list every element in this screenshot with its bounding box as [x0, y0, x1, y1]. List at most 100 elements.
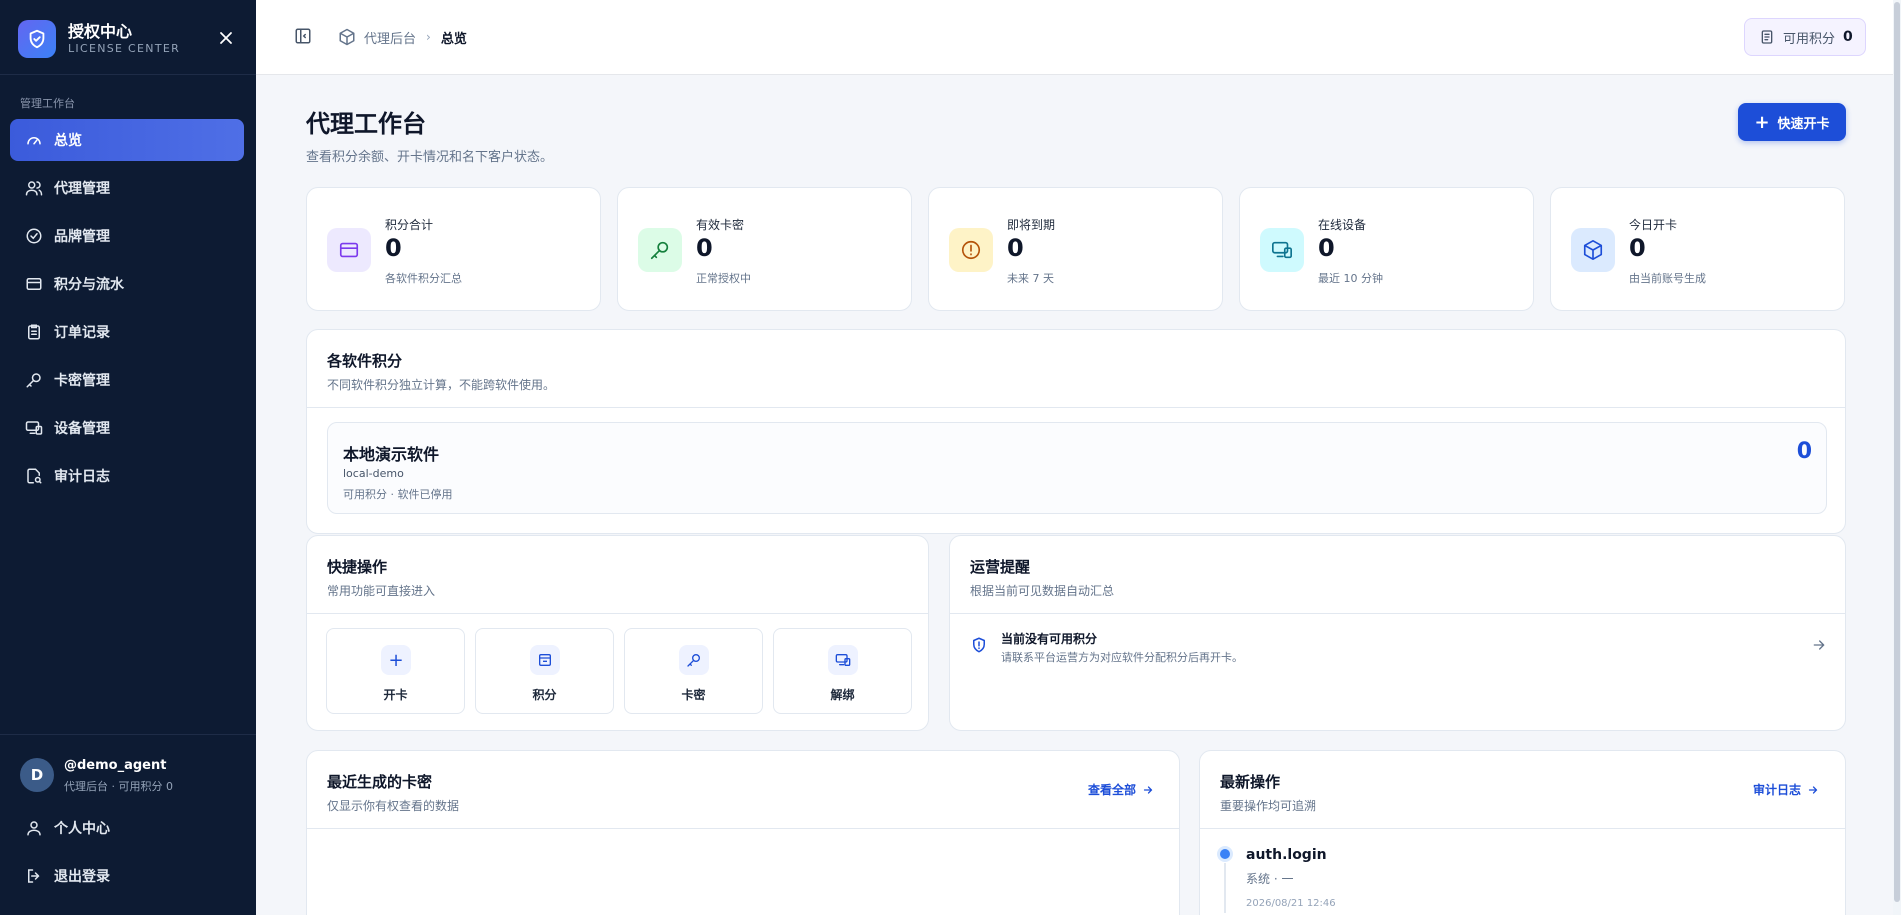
breadcrumb-parent[interactable]: 代理后台: [364, 28, 416, 47]
notice-description: 请联系平台运营方为对应软件分配积分后再开卡。: [1001, 651, 1243, 664]
sidebar-item-devices[interactable]: 设备管理: [10, 407, 244, 449]
key-icon: [679, 645, 709, 675]
points-value: 0: [1843, 29, 1853, 45]
section-divider: [950, 613, 1845, 614]
view-all-label: 查看全部: [1088, 783, 1137, 797]
breadcrumb-current: 总览: [440, 31, 467, 47]
quick-action-label: 解绑: [830, 688, 855, 702]
stat-hint: 未来 7 天: [1007, 272, 1054, 285]
section-subtitle: 常用功能可直接进入: [327, 584, 436, 598]
plus-icon: +: [1754, 111, 1770, 133]
stat-value: 0: [1629, 234, 1646, 262]
stat-card-online-devices: 在线设备 0 最近 10 分钟: [1239, 187, 1534, 311]
section-subtitle: 重要操作均可追溯: [1220, 799, 1317, 813]
stat-value: 0: [1318, 234, 1335, 262]
quick-open-label: 快速开卡: [1777, 116, 1830, 132]
sidebar-item-points[interactable]: 积分与流水: [10, 263, 244, 305]
arrow-right-icon[interactable]: [1811, 637, 1827, 653]
check-circle-icon: [24, 226, 44, 246]
topbar: 代理后台 › 总览 可用积分 0: [256, 0, 1901, 75]
quick-actions-section: 快捷操作 常用功能可直接进入 + 开卡 积分 卡密 解绑: [306, 535, 929, 731]
box-icon: [339, 28, 355, 46]
sidebar: 授权中心 LICENSE CENTER 管理工作台 总览 代理管理 品牌管理 积…: [0, 0, 256, 915]
audit-log-label: 审计日志: [1753, 783, 1802, 797]
sidebar-item-agents[interactable]: 代理管理: [10, 167, 244, 209]
section-divider: [307, 407, 1845, 408]
view-all-link[interactable]: 查看全部: [1088, 781, 1154, 798]
arrow-right-icon: [1143, 785, 1153, 794]
sidebar-item-overview[interactable]: 总览: [10, 119, 244, 161]
software-points-item[interactable]: 本地演示软件 local-demo 可用积分 · 软件已停用 0: [327, 422, 1827, 514]
logout-label: 退出登录: [54, 869, 110, 885]
quick-open-card-button[interactable]: + 快速开卡: [1738, 103, 1846, 141]
timeline-dot: [1220, 849, 1230, 859]
sidebar-item-brands[interactable]: 品牌管理: [10, 215, 244, 257]
sidebar-item-label: 品牌管理: [54, 229, 110, 245]
profile-link[interactable]: 个人中心: [10, 808, 244, 848]
section-subtitle: 不同软件积分独立计算，不能跨软件使用。: [327, 378, 556, 392]
software-key: local-demo: [343, 467, 404, 480]
key-icon: [24, 370, 44, 390]
log-meta: 系统 · 一: [1246, 872, 1294, 886]
sidebar-nav: 总览 代理管理 品牌管理 积分与流水 订单记录 卡密管理 设备管理 审计日志: [10, 119, 244, 503]
brand: 授权中心 LICENSE CENTER: [18, 18, 238, 58]
quick-action-label: 积分: [532, 688, 557, 702]
breadcrumb: 代理后台 › 总览: [338, 27, 467, 47]
points-label: 可用积分: [1783, 31, 1836, 47]
software-meta: 可用积分 · 软件已停用: [343, 488, 453, 501]
gauge-icon: [24, 130, 44, 150]
shield-alert-icon: [973, 637, 985, 653]
page-title: 代理工作台: [306, 110, 426, 138]
sidebar-item-keys[interactable]: 卡密管理: [10, 359, 244, 401]
devices-icon: [24, 418, 44, 438]
logout-icon: [24, 866, 44, 886]
page-scrollbar[interactable]: [1893, 0, 1901, 915]
section-subtitle: 仅显示你有权查看的数据: [327, 799, 460, 813]
sidebar-item-audit[interactable]: 审计日志: [10, 455, 244, 497]
logout-button[interactable]: 退出登录: [10, 856, 244, 896]
stat-value: 0: [385, 234, 402, 262]
audit-log-link[interactable]: 审计日志: [1753, 781, 1819, 798]
shield-logo-icon: [18, 20, 56, 58]
quick-action-keys[interactable]: 卡密: [624, 628, 763, 714]
stat-hint: 正常授权中: [696, 272, 751, 285]
wallet-icon: [530, 645, 560, 675]
sidebar-item-label: 积分与流水: [54, 277, 124, 293]
document-icon: [1761, 30, 1773, 44]
sidebar-item-label: 审计日志: [54, 469, 110, 485]
toggle-sidebar-button[interactable]: [294, 27, 314, 47]
notice-title: 当前没有可用积分: [1001, 632, 1098, 646]
section-title: 最近生成的卡密: [327, 773, 433, 791]
brand-subtitle: LICENSE CENTER: [68, 42, 181, 55]
sidebar-item-orders[interactable]: 订单记录: [10, 311, 244, 353]
log-time: 2026/08/21 12:46: [1246, 898, 1336, 909]
user-name: @demo_agent: [64, 758, 167, 773]
sidebar-item-label: 代理管理: [54, 181, 110, 197]
quick-action-unbind[interactable]: 解绑: [773, 628, 912, 714]
sidebar-divider: [0, 734, 256, 735]
recent-cards-section: 最近生成的卡密 仅显示你有权查看的数据 查看全部: [306, 750, 1180, 915]
avatar: D: [20, 758, 54, 792]
stat-label: 积分合计: [385, 218, 434, 232]
breadcrumb-separator: ›: [426, 30, 431, 44]
section-subtitle: 根据当前可见数据自动汇总: [970, 584, 1115, 598]
section-divider: [307, 828, 1179, 829]
panel-left-icon: [295, 28, 311, 44]
close-sidebar-button[interactable]: [214, 26, 238, 50]
page-subtitle: 查看积分余额、开卡情况和名下客户状态。: [306, 150, 554, 165]
section-divider: [1200, 828, 1845, 829]
stat-hint: 最近 10 分钟: [1318, 272, 1383, 285]
credit-card-icon: [327, 228, 371, 272]
available-points-badge[interactable]: 可用积分 0: [1744, 18, 1866, 56]
arrow-right-icon: [1808, 785, 1818, 794]
stat-card-today-cards: 今日开卡 0 由当前账号生成: [1550, 187, 1845, 311]
software-points-value: 0: [1796, 439, 1812, 464]
user-meta: 代理后台 · 可用积分 0: [64, 780, 173, 793]
scrollbar-thumb[interactable]: [1894, 2, 1900, 902]
log-action: auth.login: [1246, 847, 1327, 863]
quick-action-points[interactable]: 积分: [475, 628, 614, 714]
stat-card-expiring: 即将到期 0 未来 7 天: [928, 187, 1223, 311]
quick-action-open-card[interactable]: + 开卡: [326, 628, 465, 714]
software-name: 本地演示软件: [343, 445, 440, 464]
credit-card-icon: [24, 274, 44, 294]
